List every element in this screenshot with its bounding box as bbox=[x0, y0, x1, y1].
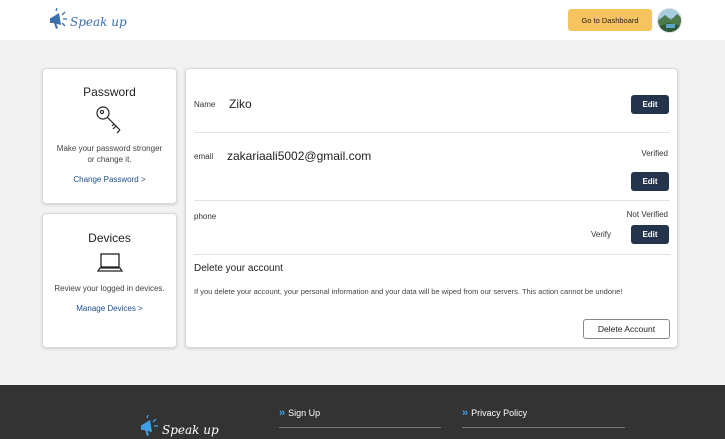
edit-email-button[interactable]: Edit bbox=[631, 172, 669, 191]
manage-devices-link[interactable]: Manage Devices > bbox=[43, 304, 176, 313]
divider bbox=[194, 200, 670, 201]
footer-divider bbox=[462, 427, 625, 428]
devices-card-description: Review your logged in devices. bbox=[54, 284, 165, 293]
delete-account-description: If you delete your account, your persona… bbox=[194, 287, 623, 296]
divider bbox=[194, 254, 670, 255]
name-value: Ziko bbox=[229, 97, 252, 111]
double-chevron-right-icon: » bbox=[279, 407, 285, 419]
megaphone-icon bbox=[50, 8, 67, 29]
logo[interactable]: Speak up bbox=[48, 8, 127, 32]
password-card-title: Password bbox=[83, 85, 136, 99]
top-header: Speak up Go to Dashboard bbox=[0, 0, 725, 40]
delete-account-button[interactable]: Delete Account bbox=[583, 319, 670, 339]
edit-name-button[interactable]: Edit bbox=[631, 95, 669, 114]
edit-phone-button[interactable]: Edit bbox=[631, 225, 669, 244]
footer-link-privacy-policy[interactable]: » Privacy Policy bbox=[462, 407, 527, 419]
footer-logo[interactable]: Speak up bbox=[139, 415, 219, 439]
laptop-icon bbox=[96, 253, 123, 272]
change-password-link[interactable]: Change Password > bbox=[43, 175, 176, 184]
email-value: zakariaali5002@gmail.com bbox=[227, 149, 372, 163]
avatar[interactable] bbox=[657, 8, 682, 33]
footer-divider bbox=[279, 427, 441, 428]
email-verified-status: Verified bbox=[641, 149, 668, 158]
footer-logo-text: Speak up bbox=[162, 423, 219, 437]
delete-account-title: Delete your account bbox=[194, 263, 283, 274]
phone-label: phone bbox=[194, 212, 217, 221]
footer-link-label: Privacy Policy bbox=[471, 408, 528, 418]
double-chevron-right-icon: » bbox=[462, 407, 468, 419]
key-icon bbox=[95, 106, 120, 134]
megaphone-icon bbox=[141, 415, 158, 436]
footer: Speak up » Sign Up » Privacy Policy bbox=[0, 385, 725, 439]
phone-status: Not Verified bbox=[626, 210, 668, 219]
account-settings-card: Name Ziko Edit email zakariaali5002@gmai… bbox=[185, 68, 678, 348]
devices-card: Devices Review your logged in devices. M… bbox=[42, 213, 177, 348]
verify-phone-link[interactable]: Verify bbox=[591, 230, 611, 239]
logo-text: Speak up bbox=[70, 15, 127, 29]
footer-link-sign-up[interactable]: » Sign Up bbox=[279, 407, 320, 419]
go-to-dashboard-button[interactable]: Go to Dashboard bbox=[568, 9, 652, 31]
devices-card-title: Devices bbox=[88, 231, 131, 245]
password-card: Password Make your password stronger or … bbox=[42, 68, 177, 204]
email-label: email bbox=[194, 152, 214, 161]
footer-link-label: Sign Up bbox=[288, 408, 321, 418]
password-card-description: Make your password stronger or change it… bbox=[56, 144, 163, 164]
name-label: Name bbox=[194, 100, 216, 109]
divider bbox=[194, 132, 670, 133]
